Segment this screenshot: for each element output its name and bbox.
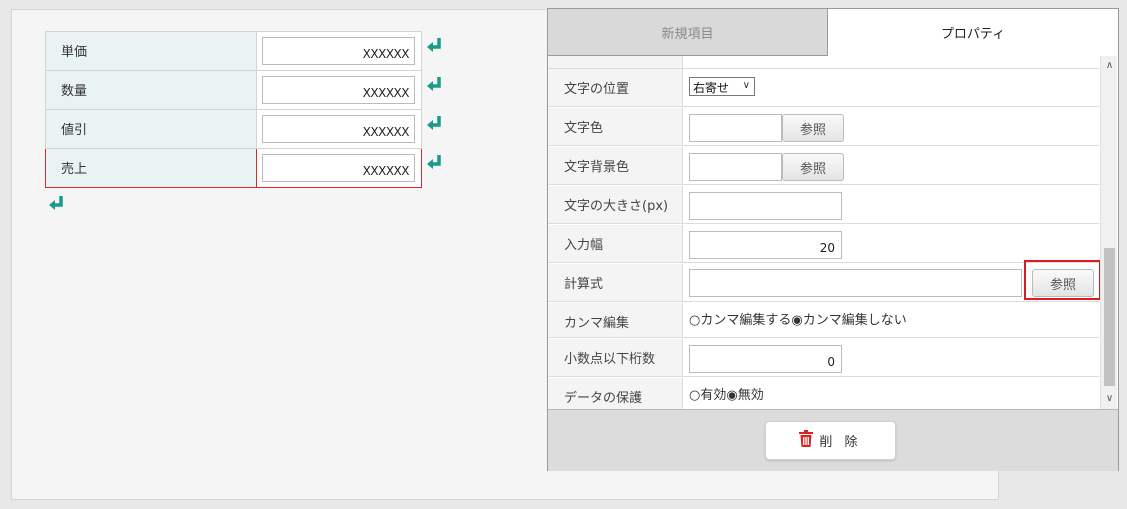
protect-off-label[interactable]: 無効 bbox=[738, 388, 764, 403]
comma-off-label[interactable]: カンマ編集しない bbox=[803, 313, 907, 328]
comma-on-label[interactable]: カンマ編集する bbox=[700, 313, 791, 328]
bg-color-input[interactable] bbox=[689, 153, 782, 181]
font-size-input[interactable] bbox=[689, 192, 842, 220]
row-label[interactable]: 単価 bbox=[45, 31, 257, 71]
property-row-partial bbox=[548, 56, 1099, 69]
delete-button[interactable]: 削 除 bbox=[765, 421, 896, 460]
row-label[interactable]: 数量 bbox=[45, 70, 257, 110]
enter-arrow-icon[interactable] bbox=[426, 36, 444, 54]
decimals-input[interactable]: 0 bbox=[689, 345, 842, 373]
property-row-protect: データの保護 ○有効◉無効 bbox=[548, 378, 1099, 409]
table-row: 単価 XXXXXX bbox=[45, 31, 422, 71]
discount-input[interactable]: XXXXXX bbox=[262, 115, 415, 143]
enter-arrow-icon[interactable] bbox=[426, 75, 444, 93]
property-row-font-size: 文字の大きさ(px) bbox=[548, 186, 1099, 224]
form-table: 単価 XXXXXX 数量 XXXXXX 値引 XXXXXX 売上 XXXXXX bbox=[45, 31, 422, 188]
chevron-down-icon[interactable]: ∨ bbox=[1101, 391, 1118, 407]
property-label: 文字背景色 bbox=[548, 147, 683, 184]
highlight-box bbox=[1024, 260, 1101, 300]
row-label[interactable]: 売上 bbox=[45, 148, 257, 188]
bg-color-ref-button[interactable]: 参照 bbox=[782, 153, 844, 181]
property-row-decimals: 小数点以下桁数 0 bbox=[548, 339, 1099, 377]
property-label: 文字の位置 bbox=[548, 69, 683, 106]
enter-arrow-icon[interactable] bbox=[426, 153, 444, 171]
unit-price-input[interactable]: XXXXXX bbox=[262, 37, 415, 65]
property-label: 文字色 bbox=[548, 108, 683, 145]
property-list: 文字の位置 右寄せ ∨ 文字色 参照 文字背景色 参照 文字の大きさ(px) 入… bbox=[548, 56, 1118, 409]
table-row-selected: 売上 XXXXXX bbox=[45, 148, 422, 188]
property-row-text-position: 文字の位置 右寄せ ∨ bbox=[548, 69, 1099, 107]
formula-input[interactable] bbox=[689, 269, 1022, 297]
protect-radio-group: ○有効◉無効 bbox=[689, 384, 764, 403]
protect-on-label[interactable]: 有効 bbox=[700, 388, 726, 403]
row-label[interactable]: 値引 bbox=[45, 109, 257, 149]
property-label: 文字の大きさ(px) bbox=[548, 186, 683, 223]
property-label: データの保護 bbox=[548, 378, 683, 409]
text-color-input[interactable] bbox=[689, 114, 782, 142]
table-row: 数量 XXXXXX bbox=[45, 70, 422, 110]
text-color-ref-button[interactable]: 参照 bbox=[782, 114, 844, 142]
text-position-select[interactable]: 右寄せ ∨ bbox=[689, 77, 755, 96]
vertical-scrollbar[interactable]: ∧ ∨ bbox=[1100, 56, 1117, 409]
trash-icon bbox=[799, 430, 814, 451]
radio-unchecked[interactable]: ○ bbox=[689, 388, 700, 403]
property-panel: 新規項目 プロパティ 文字の位置 右寄せ ∨ 文字色 参照 文字背景色 参照 文… bbox=[547, 8, 1119, 471]
delete-label: 削 除 bbox=[819, 435, 862, 450]
comma-radio-group: ○カンマ編集する◉カンマ編集しない bbox=[689, 309, 907, 328]
property-label: 小数点以下桁数 bbox=[548, 339, 683, 376]
table-row: 値引 XXXXXX bbox=[45, 109, 422, 149]
panel-tabs: 新規項目 プロパティ bbox=[548, 9, 1118, 56]
chevron-up-icon[interactable]: ∧ bbox=[1101, 58, 1118, 74]
property-label: 計算式 bbox=[548, 264, 683, 301]
radio-checked[interactable]: ◉ bbox=[791, 313, 802, 328]
input-width-input[interactable]: 20 bbox=[689, 231, 842, 259]
tab-new-item[interactable]: 新規項目 bbox=[548, 9, 828, 56]
property-label: カンマ編集 bbox=[548, 303, 683, 337]
property-row-input-width: 入力幅 20 bbox=[548, 225, 1099, 263]
quantity-input[interactable]: XXXXXX bbox=[262, 76, 415, 104]
enter-arrow-icon[interactable] bbox=[48, 194, 66, 212]
property-row-bg-color: 文字背景色 参照 bbox=[548, 147, 1099, 185]
enter-arrow-icon[interactable] bbox=[426, 114, 444, 132]
radio-checked[interactable]: ◉ bbox=[726, 388, 737, 403]
property-label: 入力幅 bbox=[548, 225, 683, 262]
property-row-formula: 計算式 参照 bbox=[548, 264, 1099, 302]
radio-unchecked[interactable]: ○ bbox=[689, 313, 700, 328]
chevron-down-icon: ∨ bbox=[742, 80, 750, 91]
scroll-thumb[interactable] bbox=[1104, 248, 1115, 386]
panel-footer: 削 除 bbox=[548, 409, 1118, 471]
tab-properties[interactable]: プロパティ bbox=[828, 9, 1118, 56]
property-row-comma: カンマ編集 ○カンマ編集する◉カンマ編集しない bbox=[548, 303, 1099, 338]
property-row-text-color: 文字色 参照 bbox=[548, 108, 1099, 146]
sales-input[interactable]: XXXXXX bbox=[262, 154, 415, 182]
